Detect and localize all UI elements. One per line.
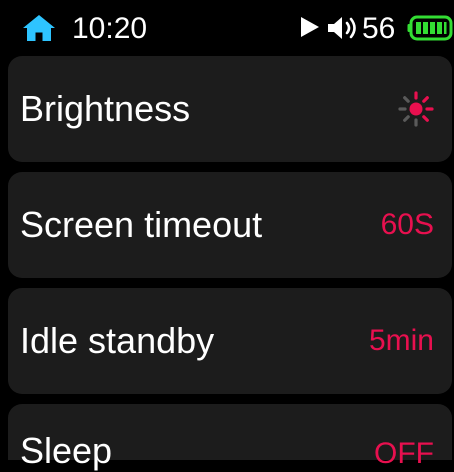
battery-icon: [407, 15, 453, 41]
play-icon: [301, 17, 319, 37]
volume-icon: [328, 17, 356, 39]
setting-sleep-label: Sleep: [20, 430, 113, 471]
volume-level: 56: [362, 12, 396, 45]
home-icon[interactable]: [22, 14, 56, 42]
settings-list: Brightness Screen timeout 60S Idle stand…: [0, 0, 454, 471]
setting-idle-standby[interactable]: Idle standby 5min: [8, 288, 452, 394]
setting-sleep[interactable]: Sleep OFF: [8, 404, 452, 471]
setting-idle-standby-label: Idle standby: [20, 320, 215, 361]
setting-brightness[interactable]: Brightness: [8, 56, 452, 162]
clock-time: 10:20: [72, 12, 148, 45]
sun-icon: [398, 91, 434, 127]
setting-screen-timeout-label: Screen timeout: [20, 204, 263, 245]
setting-brightness-label: Brightness: [20, 88, 191, 129]
setting-idle-standby-value: 5min: [368, 324, 434, 357]
setting-screen-timeout[interactable]: Screen timeout 60S: [8, 172, 452, 278]
setting-sleep-value: OFF: [374, 437, 434, 470]
status-bar: 10:20 56: [0, 0, 454, 54]
setting-screen-timeout-value: 60S: [380, 208, 434, 241]
